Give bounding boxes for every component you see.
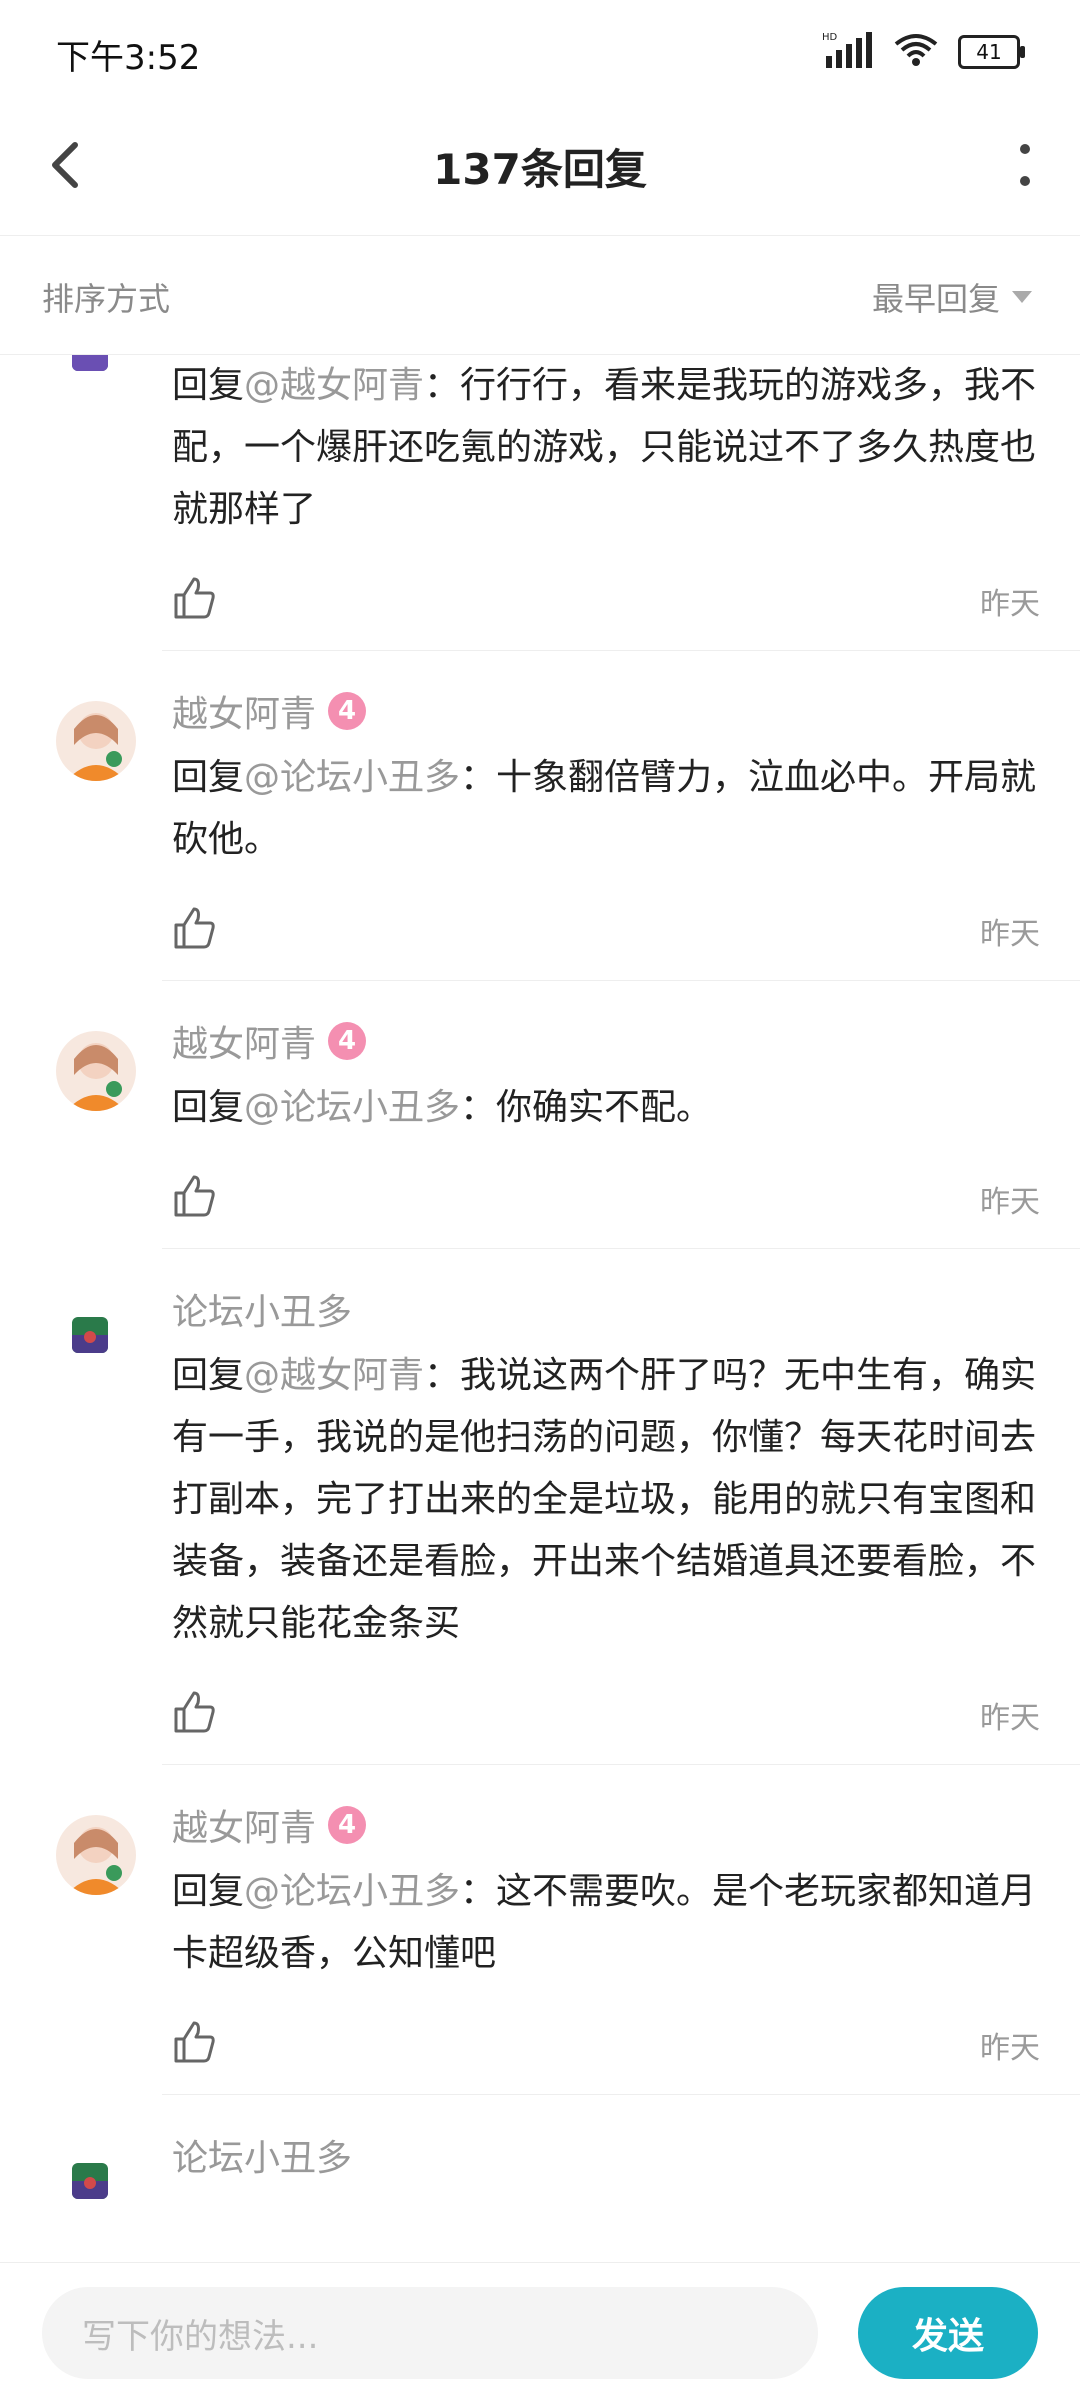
reply-actions: 昨天 <box>172 561 1040 651</box>
comment-input[interactable]: 写下你的想法... <box>42 2287 818 2379</box>
send-button[interactable]: 发送 <box>858 2287 1038 2379</box>
author-name[interactable]: 越女阿青 <box>172 685 316 737</box>
author-name[interactable]: 论坛小丑多 <box>172 2129 352 2181</box>
more-options-button[interactable] <box>990 130 1060 200</box>
like-button[interactable] <box>172 1689 218 1735</box>
comment-placeholder: 写下你的想法... <box>82 2316 319 2357</box>
reply-prefix: 回复 <box>172 757 245 798</box>
reply-actions: 昨天 <box>172 1159 1040 1249</box>
reply-time: 昨天 <box>980 917 1040 952</box>
thumbs-up-icon <box>174 577 215 619</box>
reply-prefix: 回复 <box>172 1871 245 1912</box>
level-badge: 4 <box>328 692 367 730</box>
caret-down-icon <box>1012 291 1032 303</box>
battery-level: 41 <box>976 40 1002 64</box>
reply-time: 昨天 <box>980 2031 1040 2066</box>
reply-list[interactable]: 回复@越女阿青：行行行，看来是我玩的游戏多，我不配，一个爆肝还吃氪的游戏，只能说… <box>0 355 1080 2260</box>
reply-time: 昨天 <box>980 1701 1040 1736</box>
wifi-icon <box>892 30 940 74</box>
reply-content: 回复@越女阿青：行行行，看来是我玩的游戏多，我不配，一个爆肝还吃氪的游戏，只能说… <box>172 355 1040 541</box>
battery-indicator: 41 <box>958 35 1025 69</box>
author-name[interactable]: 越女阿青 <box>172 1799 316 1851</box>
like-button[interactable] <box>172 2019 218 2065</box>
avatar[interactable] <box>72 355 108 371</box>
reply-prefix: 回复 <box>172 365 245 406</box>
status-time: 下午3:52 <box>56 38 201 78</box>
reply-item: 越女阿青 4 回复@论坛小丑多：十象翻倍臂力，泣血必中。开局就砍他。 昨天 <box>0 651 1080 981</box>
thumbs-up-icon <box>174 907 215 949</box>
mention-link[interactable]: @越女阿青 <box>244 1355 424 1396</box>
like-button[interactable] <box>172 905 218 951</box>
reply-content: 回复@越女阿青：我说这两个肝了吗？无中生有，确实有一手，我说的是他扫荡的问题，你… <box>172 1345 1040 1655</box>
like-button[interactable] <box>172 575 218 621</box>
reply-actions: 昨天 <box>172 891 1040 981</box>
sort-label: 排序方式 <box>42 280 171 318</box>
reply-item: 论坛小丑多 <box>0 2095 1080 2199</box>
reply-item: 越女阿青 4 回复@论坛小丑多：这不需要吹。是个老玩家都知道月卡超级香，公知懂吧… <box>0 1765 1080 2095</box>
avatar[interactable] <box>56 701 136 781</box>
sort-dropdown[interactable]: 最早回复 <box>872 274 1032 320</box>
status-icons: HD 41 <box>822 30 1025 74</box>
like-button[interactable] <box>172 1173 218 1219</box>
page-title: 137条回复 <box>433 145 647 194</box>
reply-time: 昨天 <box>980 1185 1040 1220</box>
avatar[interactable] <box>72 2163 108 2199</box>
reply-item: 论坛小丑多 回复@越女阿青：我说这两个肝了吗？无中生有，确实有一手，我说的是他扫… <box>0 1249 1080 1765</box>
author-row: 越女阿青 4 <box>172 679 1040 743</box>
reply-content: 回复@论坛小丑多：你确实不配。 <box>172 1077 1040 1139</box>
reply-item: 越女阿青 4 回复@论坛小丑多：你确实不配。 昨天 <box>0 981 1080 1249</box>
author-row: 越女阿青 4 <box>172 1009 1040 1073</box>
author-name[interactable]: 论坛小丑多 <box>172 1283 352 1335</box>
avatar[interactable] <box>56 1031 136 1111</box>
author-row: 论坛小丑多 <box>172 2123 1040 2187</box>
level-badge: 4 <box>328 1806 367 1844</box>
reply-actions: 昨天 <box>172 2005 1040 2095</box>
network-label: HD <box>822 32 838 43</box>
thumbs-up-icon <box>174 2021 215 2063</box>
composer-bar: 写下你的想法... 发送 <box>0 2262 1080 2401</box>
top-app-bar: 137条回复 <box>0 100 1080 236</box>
sort-bar: 排序方式 最早回复 <box>0 236 1080 355</box>
level-badge: 4 <box>328 1022 367 1060</box>
author-row: 论坛小丑多 <box>172 1277 1040 1341</box>
mention-link[interactable]: @论坛小丑多 <box>244 1871 460 1912</box>
more-vertical-icon <box>1020 144 1030 186</box>
reply-prefix: 回复 <box>172 1087 245 1128</box>
status-bar: 下午3:52 HD 41 <box>0 0 1080 100</box>
mention-link[interactable]: @论坛小丑多 <box>244 757 460 798</box>
reply-actions: 昨天 <box>172 1675 1040 1765</box>
avatar[interactable] <box>56 1815 136 1895</box>
author-name[interactable]: 越女阿青 <box>172 1015 316 1067</box>
signal-icon: HD <box>822 30 874 74</box>
mention-link[interactable]: @论坛小丑多 <box>244 1087 460 1128</box>
sort-value: 最早回复 <box>871 280 1000 318</box>
reply-content: 回复@论坛小丑多：十象翻倍臂力，泣血必中。开局就砍他。 <box>172 747 1040 871</box>
reply-text: ：你确实不配。 <box>460 1087 713 1128</box>
avatar[interactable] <box>72 1317 108 1353</box>
thumbs-up-icon <box>174 1175 215 1217</box>
reply-item: 回复@越女阿青：行行行，看来是我玩的游戏多，我不配，一个爆肝还吃氪的游戏，只能说… <box>0 355 1080 651</box>
reply-time: 昨天 <box>980 587 1040 622</box>
reply-prefix: 回复 <box>172 1355 245 1396</box>
thumbs-up-icon <box>174 1691 215 1733</box>
reply-text: ：我说这两个肝了吗？无中生有，确实有一手，我说的是他扫荡的问题，你懂？每天花时间… <box>172 1355 1037 1644</box>
mention-link[interactable]: @越女阿青 <box>244 365 424 406</box>
author-row: 越女阿青 4 <box>172 1793 1040 1857</box>
reply-content: 回复@论坛小丑多：这不需要吹。是个老玩家都知道月卡超级香，公知懂吧 <box>172 1861 1040 1985</box>
